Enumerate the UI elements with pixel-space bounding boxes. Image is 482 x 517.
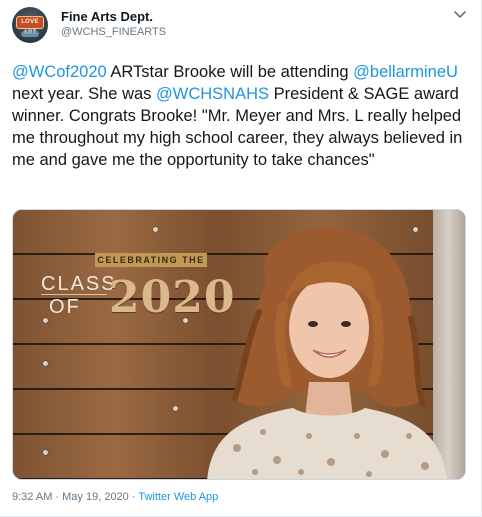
bolt-decoration — [43, 361, 48, 366]
tweet-date[interactable]: May 19, 2020 — [62, 491, 129, 503]
avatar[interactable]: LOVE ART — [12, 7, 48, 43]
bolt-decoration — [43, 450, 48, 455]
photo-class-text: CLASS — [41, 273, 117, 295]
tweet-text-segment: ARTstar Brooke will be attending — [106, 63, 354, 81]
tweet-metadata: 9:32 AM · May 19, 2020 · Twitter Web App — [12, 491, 218, 503]
bolt-decoration — [153, 227, 158, 232]
avatar-decoration — [21, 31, 39, 37]
tweet-time[interactable]: 9:32 AM — [12, 491, 52, 503]
tweet-text-segment: next year. She was — [12, 85, 156, 103]
bolt-decoration — [43, 318, 48, 323]
author-handle[interactable]: @WCHS_FINEARTS — [61, 26, 166, 38]
mention-link[interactable]: @WCHSNAHS — [156, 85, 269, 103]
separator: · — [128, 491, 139, 503]
tweet-card: LOVE ART Fine Arts Dept. @WCHS_FINEARTS … — [0, 0, 482, 517]
avatar-sign: LOVE ART — [16, 16, 44, 36]
mention-link[interactable]: @bellarmineU — [353, 63, 458, 81]
author-display-name[interactable]: Fine Arts Dept. — [61, 9, 153, 24]
person-portrait — [207, 226, 447, 479]
photo-text-divider — [41, 294, 107, 295]
source-app-link[interactable]: Twitter Web App — [138, 491, 218, 503]
chevron-down-icon[interactable] — [452, 8, 468, 22]
mention-link[interactable]: @WCof2020 — [12, 63, 107, 81]
separator: · — [52, 491, 63, 503]
tweet-text: @WCof2020 ARTstar Brooke will be attendi… — [12, 61, 472, 171]
bolt-decoration — [173, 406, 178, 411]
photo-banner-text: CELEBRATING THE — [95, 253, 207, 267]
photo-of-text: OF — [49, 296, 81, 318]
tweet-photo[interactable]: CELEBRATING THE CLASS OF 2020 — [12, 209, 466, 480]
